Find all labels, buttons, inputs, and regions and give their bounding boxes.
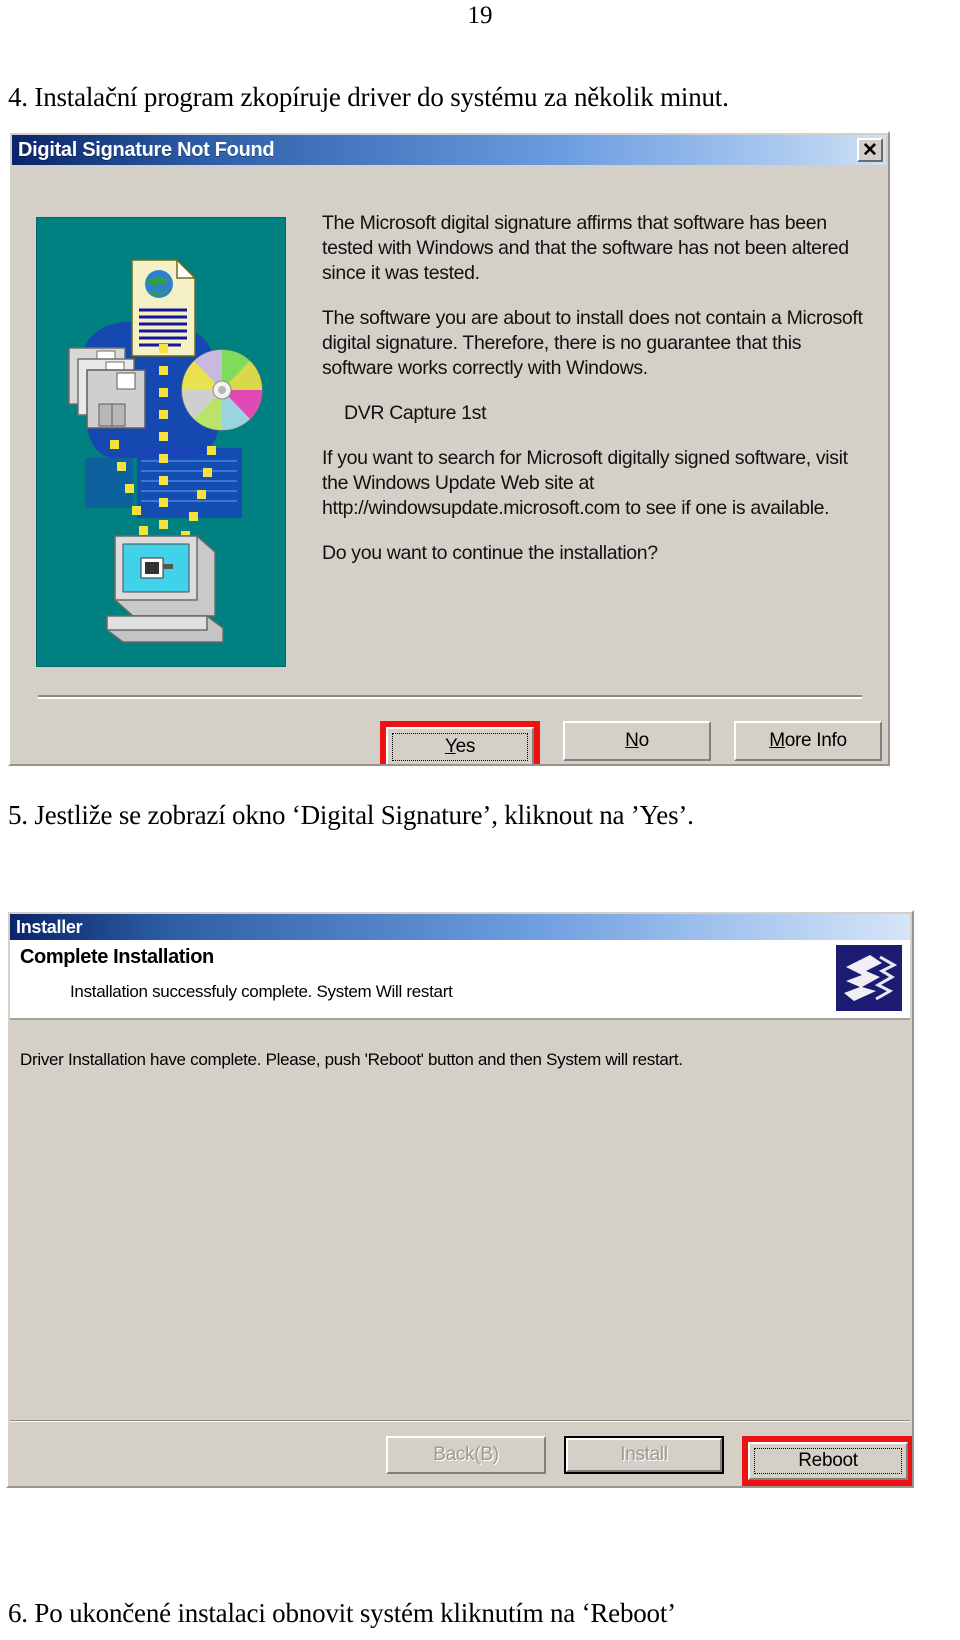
installer-heading: Complete Installation — [20, 946, 214, 968]
installer-message: Driver Installation have complete. Pleas… — [20, 1050, 683, 1069]
divider — [38, 695, 862, 699]
dialog-title: Digital Signature Not Found — [18, 138, 275, 161]
signature-paragraph-2: The software you are about to install do… — [322, 307, 863, 379]
yes-button[interactable]: Yes — [386, 727, 534, 764]
signature-question: Do you want to continue the installation… — [322, 542, 658, 564]
page-number: 19 — [467, 2, 493, 29]
installer-hand-logo-icon — [836, 945, 902, 1011]
installer-divider — [10, 1420, 910, 1422]
installer-header-panel: Complete Installation Installation succe… — [10, 940, 910, 1020]
desktop-computer-icon — [106, 535, 224, 643]
document-with-globe-icon — [131, 258, 197, 357]
compact-disc-icon — [181, 349, 263, 431]
back-button[interactable]: Back(B) — [386, 1436, 546, 1474]
instruction-step-6: 6. Po ukončené instalaci obnovit systém … — [8, 1598, 676, 1628]
no-button[interactable]: No — [563, 721, 711, 761]
installer-titlebar[interactable]: Installer — [10, 914, 910, 940]
installer-dialog: Installer Complete Installation Installa… — [6, 910, 914, 1488]
reboot-button-highlight-box: Reboot — [742, 1436, 912, 1486]
yes-button-label: Yes — [444, 736, 476, 757]
reboot-button[interactable]: Reboot — [748, 1442, 908, 1480]
illustration-graphic — [37, 218, 285, 666]
installer-body: Driver Installation have complete. Pleas… — [10, 1022, 910, 1426]
instruction-step-5: 5. Jestliže se zobrazí okno ‘Digital Sig… — [8, 800, 694, 830]
close-icon[interactable]: ✕ — [857, 138, 883, 162]
installer-button-row: Back(B) Install Reboot — [386, 1436, 912, 1486]
back-button-label: Back(B) — [433, 1444, 499, 1465]
no-button-label: No — [625, 730, 649, 751]
install-button-label: Install — [620, 1444, 668, 1465]
more-info-button-label: More Info — [769, 730, 847, 751]
yes-button-highlight-box: Yes — [380, 721, 540, 764]
signature-paragraph-3: If you want to search for Microsoft digi… — [322, 447, 848, 519]
dialog-button-row: Yes No More Info — [380, 721, 882, 764]
dialog-titlebar[interactable]: Digital Signature Not Found ✕ — [12, 135, 886, 165]
signature-paragraph-1: The Microsoft digital signature affirms … — [322, 212, 849, 284]
dialog-message-text: The Microsoft digital signature affirms … — [322, 211, 867, 586]
dialog-body: The Microsoft digital signature affirms … — [12, 165, 886, 764]
instruction-step-4: 4. Instalační program zkopíruje driver d… — [8, 82, 729, 112]
reboot-button-label: Reboot — [798, 1450, 858, 1471]
installer-subheading: Installation successfuly complete. Syste… — [70, 982, 453, 1001]
driver-install-illustration — [36, 217, 286, 667]
driver-name-label: DVR Capture 1st — [344, 402, 487, 424]
digital-signature-dialog: Digital Signature Not Found ✕ The Micros… — [8, 131, 890, 766]
installer-title: Installer — [16, 916, 83, 937]
more-info-button[interactable]: More Info — [734, 721, 882, 761]
install-button[interactable]: Install — [564, 1436, 724, 1474]
